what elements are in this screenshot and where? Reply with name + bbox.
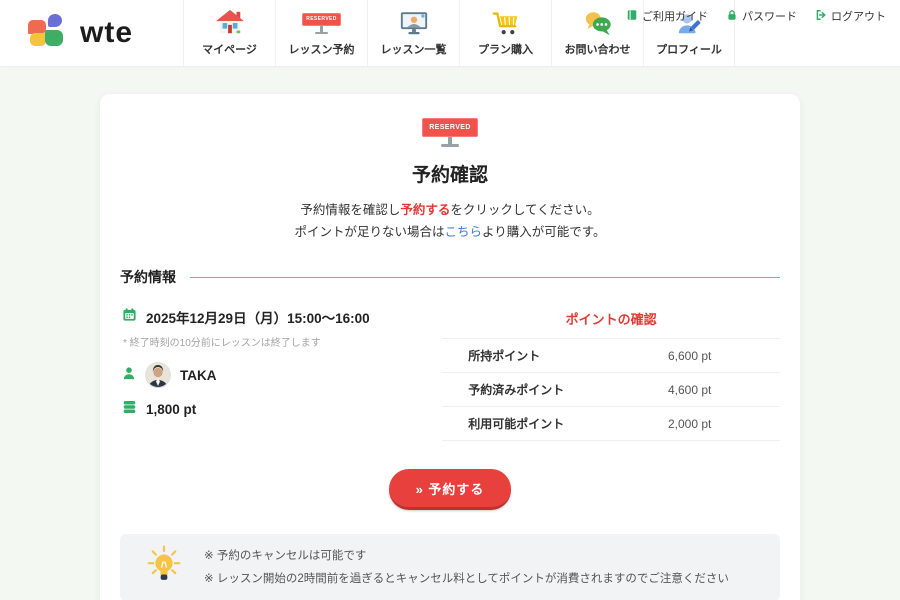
note-line-2: ※ レッスン開始の2時間前を過ぎるとキャンセル料としてポイントが消費されますので… <box>204 568 729 591</box>
table-row: 利用可能ポイント 2,000 pt <box>442 407 780 441</box>
reservation-info-section-header: 予約情報 <box>120 267 780 287</box>
guide-book-icon <box>626 9 638 24</box>
lightbulb-icon <box>146 544 182 591</box>
nav-item-lesson-list[interactable]: レッスン一覧 <box>367 0 459 66</box>
purchase-here-link[interactable]: こちら <box>444 225 482 239</box>
nav-item-label: プラン購入 <box>478 41 533 57</box>
reserved-sign-icon: RESERVED <box>422 118 478 147</box>
points-row-label: 利用可能ポイント <box>442 407 668 441</box>
cancellation-notes: ※ 予約のキャンセルは可能です ※ レッスン開始の2時間前を過ぎるとキャンセル料… <box>120 534 780 600</box>
link-logout[interactable]: ログアウト <box>815 8 886 24</box>
points-row-value: 2,000 pt <box>668 407 780 441</box>
instruction-line-2: ポイントが足りない場合はこちらより購入が可能です。 <box>120 221 780 243</box>
nav-item-plan-purchase[interactable]: プラン購入 <box>459 0 551 66</box>
link-password[interactable]: パスワード <box>726 8 797 24</box>
lesson-points: 1,800 pt <box>146 402 196 417</box>
home-icon <box>215 9 245 37</box>
points-row-label: 所持ポイント <box>442 339 668 373</box>
logo-text: wte <box>80 16 133 50</box>
link-label: ご利用ガイド <box>642 8 708 24</box>
reserve-button[interactable]: » 予約する <box>389 469 512 510</box>
points-row-label: 予約済みポイント <box>442 373 668 407</box>
section-divider <box>190 277 780 278</box>
reserve-emphasis: 予約する <box>400 203 450 217</box>
calendar-icon <box>122 307 137 327</box>
utility-links: ご利用ガイド パスワード ログアウト <box>626 8 886 24</box>
teacher-row: TAKA <box>122 362 430 388</box>
teacher-avatar <box>145 362 171 388</box>
logout-icon <box>815 9 827 24</box>
cart-icon <box>491 9 520 37</box>
app-header: wte マイページ RESERVED レッスン予約 <box>0 0 900 66</box>
reservation-confirm-card: RESERVED 予約確認 予約情報を確認し予約するをクリックしてください。 ポ… <box>100 94 800 600</box>
datetime-row: 2025年12月29日（月）15:00〜16:00 <box>122 307 430 327</box>
nav-item-mypage[interactable]: マイページ <box>183 0 275 66</box>
reservation-details: 2025年12月29日（月）15:00〜16:00 * 終了時刻の10分前にレッ… <box>120 307 430 441</box>
nav-item-label: お問い合わせ <box>565 41 631 57</box>
instruction-line-1: 予約情報を確認し予約するをクリックしてください。 <box>120 199 780 221</box>
nav-item-label: マイページ <box>202 41 257 57</box>
reserved-sign-icon: RESERVED <box>302 9 341 37</box>
datetime-note: * 終了時刻の10分前にレッスンは終了します <box>123 334 430 349</box>
note-line-1: ※ 予約のキャンセルは可能です <box>204 545 729 568</box>
lesson-monitor-icon <box>399 9 429 37</box>
points-row-value: 6,600 pt <box>668 339 780 373</box>
link-user-guide[interactable]: ご利用ガイド <box>626 8 708 24</box>
link-label: ログアウト <box>831 8 886 24</box>
logo[interactable]: wte <box>0 0 183 66</box>
nav-item-label: レッスン予約 <box>289 41 355 57</box>
table-row: 所持ポイント 6,600 pt <box>442 339 780 373</box>
points-table: 所持ポイント 6,600 pt 予約済みポイント 4,600 pt 利用可能ポイ… <box>442 338 780 441</box>
page-title: 予約確認 <box>120 160 780 187</box>
nav-item-label: レッスン一覧 <box>381 41 447 57</box>
lesson-points-row: 1,800 pt <box>122 400 430 419</box>
logo-bubbles-icon <box>28 14 68 52</box>
lock-icon <box>726 9 738 24</box>
section-title: 予約情報 <box>120 267 176 287</box>
points-check-panel: ポイントの確認 所持ポイント 6,600 pt 予約済みポイント 4,600 p… <box>430 307 780 441</box>
teacher-name: TAKA <box>180 368 217 383</box>
nav-item-label: プロフィール <box>656 41 722 57</box>
reservation-datetime: 2025年12月29日（月）15:00〜16:00 <box>146 307 370 327</box>
link-label: パスワード <box>742 8 797 24</box>
chat-bubbles-icon <box>583 9 613 37</box>
person-icon <box>122 366 136 385</box>
points-check-title: ポイントの確認 <box>442 309 780 328</box>
nav-item-lesson-reserve[interactable]: RESERVED レッスン予約 <box>275 0 367 66</box>
table-row: 予約済みポイント 4,600 pt <box>442 373 780 407</box>
points-row-value: 4,600 pt <box>668 373 780 407</box>
coins-icon <box>122 400 137 419</box>
